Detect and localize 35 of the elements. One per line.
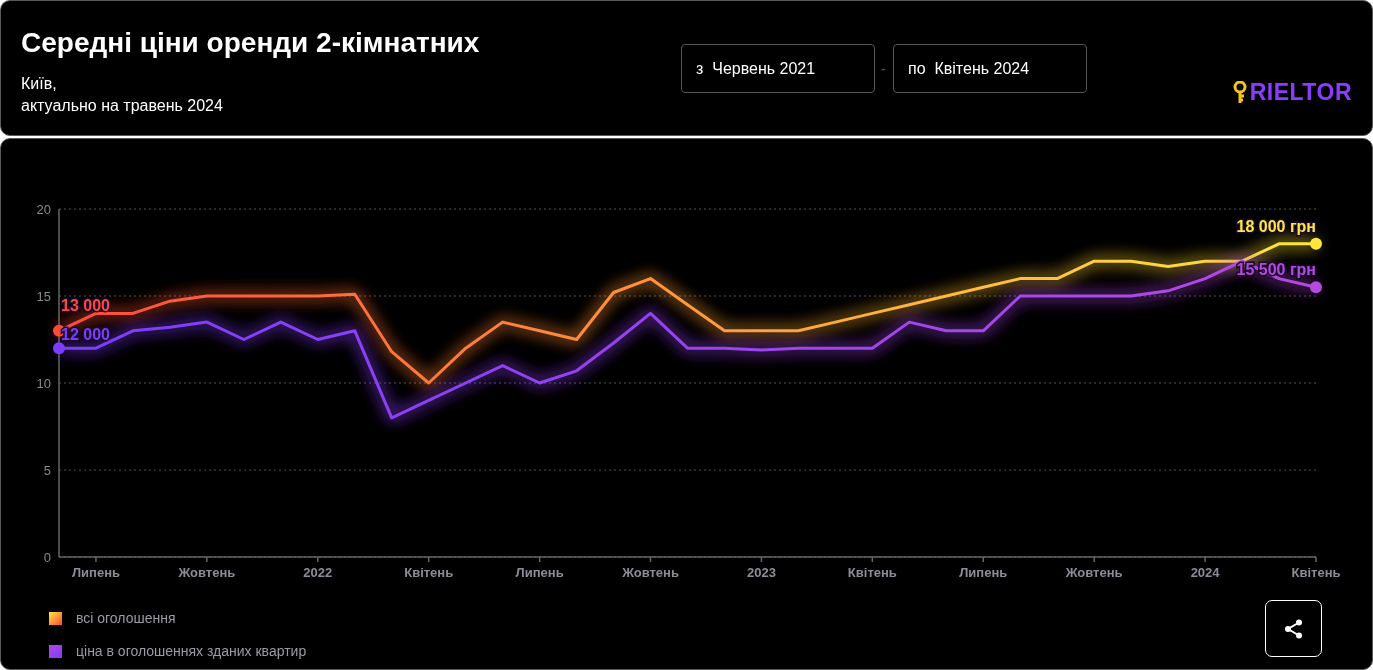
x-tick-label: Квітень (404, 565, 454, 580)
x-tick-label: Квітень (847, 565, 897, 580)
x-tick-label: Жовтень (622, 565, 679, 580)
chart-title: Середні ціни оренди 2-кімнатних (21, 27, 481, 59)
y-tick-label: 5 (43, 463, 51, 478)
updated-label: актуально на травень 2024 (21, 96, 224, 116)
value-label: 12 000 (61, 326, 110, 344)
x-tick-label: Квітень (1291, 565, 1341, 580)
value-label: 13 000 (61, 296, 110, 314)
value-label: 18 000 грн (1236, 217, 1316, 235)
share-button[interactable] (1265, 600, 1322, 657)
legend-label: ціна в оголошеннях зданих квартир (76, 643, 307, 659)
key-icon (1231, 80, 1248, 105)
x-tick-label: Жовтень (1065, 565, 1123, 580)
x-tick-label: Липень (515, 565, 564, 580)
x-tick-label: 2023 (747, 565, 776, 580)
x-tick-label: 2024 (1190, 565, 1220, 580)
x-tick-label: Жовтень (178, 565, 236, 580)
date-separator: - (881, 60, 887, 77)
date-to-field[interactable]: по Квітень 2024 (893, 44, 1087, 93)
x-tick-label: Липень (71, 565, 120, 580)
legend-swatch (49, 644, 62, 658)
y-tick-label: 20 (36, 202, 51, 217)
x-tick-label: 2022 (303, 565, 333, 580)
share-icon (1282, 617, 1305, 640)
y-tick-label: 10 (36, 376, 51, 391)
logo-text: RIELTOR (1249, 79, 1352, 106)
date-from-field[interactable]: з Червень 2021 (681, 44, 875, 93)
value-label: 15 500 грн (1236, 261, 1316, 279)
legend-swatch (49, 611, 62, 625)
x-tick-label: Липень (959, 565, 1008, 580)
y-tick-label: 15 (36, 289, 51, 304)
legend-label: всі оголошення (76, 610, 176, 626)
city-label: Київ, (21, 74, 58, 94)
y-tick-label: 0 (43, 550, 51, 565)
